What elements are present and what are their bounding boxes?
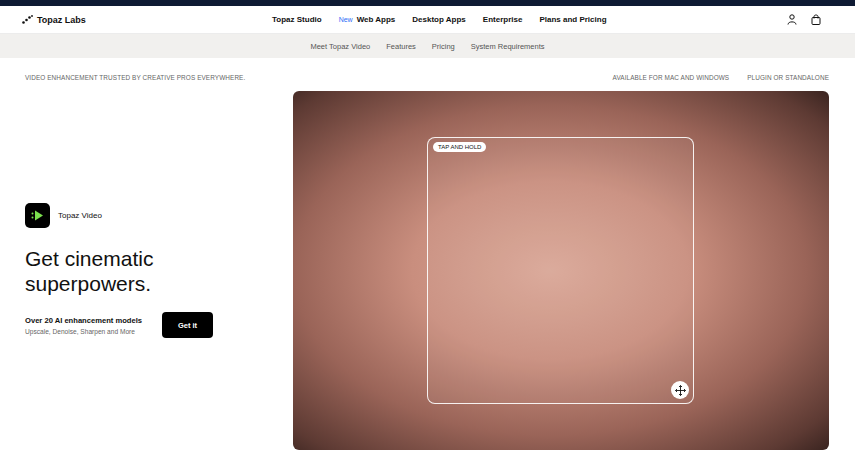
- detail: Upscale, Denoise, Sharpen and More: [25, 328, 142, 335]
- nav-link-label[interactable]: Topaz Studio: [272, 15, 322, 24]
- feature-label: AVAILABLE FOR MAC AND WINDOWS: [613, 74, 730, 81]
- hero-text: Topaz Video Get cinematic superpowers. Ove…: [0, 91, 293, 450]
- cta-row: Over 20 AI enhancement models Upscale, De…: [25, 312, 293, 338]
- logo-icon: [22, 15, 33, 24]
- move-handle[interactable]: [671, 381, 689, 399]
- preview-image[interactable]: TAP AND HOLD: [293, 91, 829, 450]
- headline: Get cinematic superpowers.: [25, 246, 195, 296]
- nav-bar: Topaz Labs Topaz Studio New Web Apps Desktop…: [0, 6, 855, 34]
- hero: Topaz Video Get cinematic superpowers. Ove…: [0, 91, 855, 450]
- nav-link-label[interactable]: Enterprise: [483, 15, 523, 24]
- nav-link-label[interactable]: Web Apps: [357, 15, 396, 24]
- move-icon: [675, 385, 686, 396]
- feature-list: AVAILABLE FOR MAC AND WINDOWS PLUGIN OR S…: [613, 74, 829, 81]
- info-strip: VIDEO ENHANCEMENT TRUSTED BY CREATIVE PR…: [0, 72, 855, 82]
- topaz-video-icon: [25, 203, 50, 228]
- nav-link[interactable]: Plans and Pricing: [539, 15, 606, 24]
- sub-nav-link[interactable]: System Requirements: [471, 42, 545, 51]
- nav-link-label[interactable]: Desktop Apps: [412, 15, 466, 24]
- tagline: VIDEO ENHANCEMENT TRUSTED BY CREATIVE PR…: [25, 74, 245, 81]
- nav-link-label[interactable]: Plans and Pricing: [539, 15, 606, 24]
- nav-links: Topaz Studio New Web Apps Desktop Apps Enter…: [262, 15, 787, 24]
- nav-link[interactable]: Enterprise: [483, 15, 523, 24]
- product-name: Topaz Video: [58, 211, 102, 220]
- logo[interactable]: Topaz Labs: [22, 15, 262, 25]
- tap-hold-badge: TAP AND HOLD: [433, 142, 486, 152]
- cart-icon[interactable]: [811, 14, 821, 25]
- sub-nav: Meet Topaz Video Features Pricing System Re…: [0, 34, 855, 58]
- nav-link[interactable]: Desktop Apps: [412, 15, 466, 24]
- logo-text[interactable]: Topaz Labs: [37, 15, 86, 25]
- sub-nav-link[interactable]: Features: [386, 42, 416, 51]
- sub-nav-link[interactable]: Meet Topaz Video: [310, 42, 370, 51]
- nav-link[interactable]: Topaz Studio: [272, 15, 322, 24]
- get-it-button[interactable]: Get it: [162, 312, 213, 338]
- nav-icons: [787, 14, 821, 25]
- product-title: Topaz Video: [25, 203, 293, 228]
- nav-link[interactable]: New Web Apps: [339, 15, 396, 24]
- subhead: Over 20 AI enhancement models: [25, 316, 142, 325]
- subhead-group: Over 20 AI enhancement models Upscale, De…: [25, 316, 142, 335]
- feature-label: PLUGIN OR STANDALONE: [747, 74, 829, 81]
- comparison-box[interactable]: TAP AND HOLD: [427, 137, 694, 404]
- new-badge: New: [339, 16, 353, 23]
- account-icon[interactable]: [787, 14, 797, 25]
- sub-nav-link[interactable]: Pricing: [432, 42, 455, 51]
